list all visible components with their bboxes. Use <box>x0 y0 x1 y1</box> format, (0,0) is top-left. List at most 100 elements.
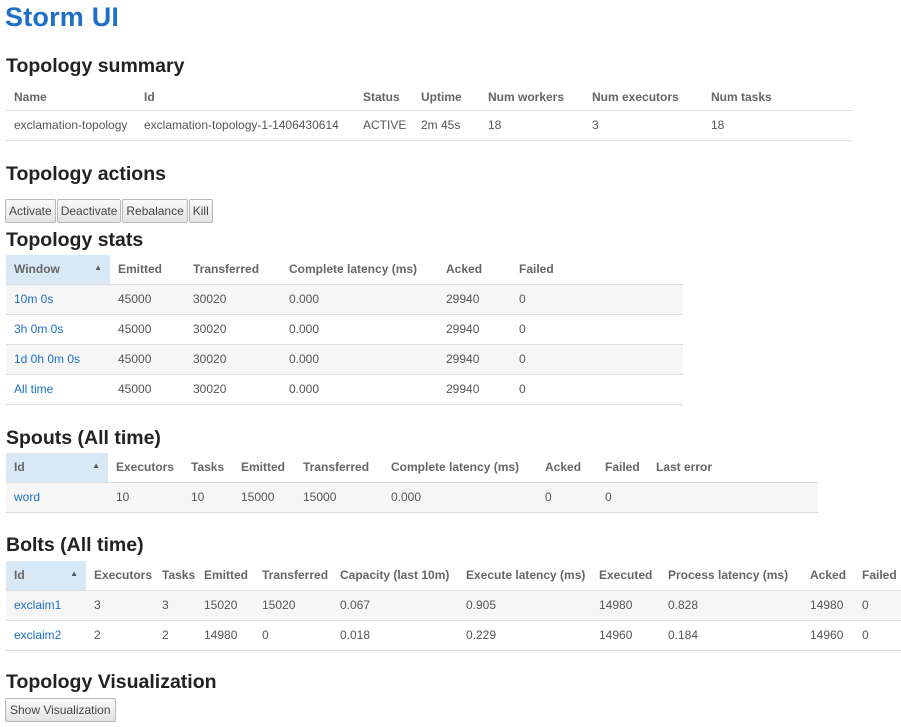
emitted-cell: 15000 <box>233 482 295 513</box>
col-complete-latency-header[interactable]: Complete latency (ms) <box>281 255 438 285</box>
topology-num-executors: 3 <box>584 110 703 141</box>
col-executors-header[interactable]: Executors <box>86 561 154 591</box>
bolts-heading: Bolts (All time) <box>6 534 144 556</box>
col-id-header[interactable]: Id ▲ <box>6 453 108 483</box>
spout-link-word[interactable]: word <box>14 490 40 504</box>
col-transferred-header[interactable]: Transferred <box>295 453 383 483</box>
activate-button[interactable]: Activate <box>5 199 56 223</box>
col-acked-header[interactable]: Acked <box>802 561 854 591</box>
window-cell: 1d 0h 0m 0s <box>6 344 110 375</box>
acked-cell: 29940 <box>438 284 511 315</box>
bolts-table: Id ▲ Executors Tasks Emitted Transferred … <box>6 561 901 651</box>
emitted-cell: 45000 <box>110 284 185 315</box>
topology-actions-heading: Topology actions <box>6 163 166 185</box>
emitted-cell: 45000 <box>110 314 185 345</box>
col-capacity-header[interactable]: Capacity (last 10m) <box>332 561 458 591</box>
col-emitted-header[interactable]: Emitted <box>196 561 254 591</box>
execute-latency-cell: 0.229 <box>458 620 591 651</box>
tasks-cell: 3 <box>154 590 196 621</box>
acked-cell: 29940 <box>438 344 511 375</box>
window-link-all-time[interactable]: All time <box>14 382 53 396</box>
executors-cell: 10 <box>108 482 183 513</box>
col-emitted-header[interactable]: Emitted <box>110 255 185 285</box>
col-acked-header[interactable]: Acked <box>438 255 511 285</box>
col-failed-header[interactable]: Failed <box>854 561 901 591</box>
table-row: exclaim2 2 2 14980 0 0.018 0.229 14960 0… <box>6 620 901 651</box>
complete-latency-cell: 0.000 <box>383 482 537 513</box>
col-executed-header[interactable]: Executed <box>591 561 660 591</box>
transferred-cell: 15020 <box>254 590 332 621</box>
col-num-tasks-header[interactable]: Num tasks <box>703 84 852 111</box>
table-row: All time 45000 30020 0.000 29940 0 <box>6 374 683 405</box>
deactivate-button[interactable]: Deactivate <box>56 199 122 223</box>
process-latency-cell: 0.828 <box>660 590 802 621</box>
sort-asc-icon: ▲ <box>70 569 78 579</box>
last-error-cell <box>648 482 818 513</box>
col-num-workers-header[interactable]: Num workers <box>480 84 584 111</box>
show-visualization-button[interactable]: Show Visualization <box>5 698 116 722</box>
col-failed-header[interactable]: Failed <box>511 255 683 285</box>
window-link-1d[interactable]: 1d 0h 0m 0s <box>14 352 80 366</box>
col-transferred-header[interactable]: Transferred <box>254 561 332 591</box>
failed-cell: 0 <box>511 284 683 315</box>
window-cell: All time <box>6 374 110 405</box>
col-execute-latency-header[interactable]: Execute latency (ms) <box>458 561 591 591</box>
topology-visualization-heading: Topology Visualization <box>6 671 217 693</box>
col-name-header[interactable]: Name <box>6 84 136 111</box>
col-num-executors-header[interactable]: Num executors <box>584 84 703 111</box>
col-status-header[interactable]: Status <box>355 84 413 111</box>
complete-latency-cell: 0.000 <box>281 284 438 315</box>
complete-latency-cell: 0.000 <box>281 374 438 405</box>
topology-uptime: 2m 45s <box>413 110 480 141</box>
col-executors-header[interactable]: Executors <box>108 453 183 483</box>
col-tasks-header[interactable]: Tasks <box>154 561 196 591</box>
acked-cell: 0 <box>537 482 597 513</box>
table-row: 1d 0h 0m 0s 45000 30020 0.000 29940 0 <box>6 344 683 375</box>
window-cell: 3h 0m 0s <box>6 314 110 345</box>
bolt-id-cell: exclaim1 <box>6 590 86 621</box>
app-title: Storm UI <box>5 2 120 32</box>
table-header-row: Window ▲ Emitted Transferred Complete lat… <box>6 255 683 285</box>
table-header-row: Name Id Status Uptime Num workers Num ex… <box>6 84 852 111</box>
col-emitted-header[interactable]: Emitted <box>233 453 295 483</box>
rebalance-button[interactable]: Rebalance <box>122 199 188 223</box>
executed-cell: 14960 <box>591 620 660 651</box>
col-uptime-header[interactable]: Uptime <box>413 84 480 111</box>
sort-asc-icon: ▲ <box>92 461 100 471</box>
topology-num-workers: 18 <box>480 110 584 141</box>
bolt-link-exclaim1[interactable]: exclaim1 <box>14 598 61 612</box>
kill-button[interactable]: Kill <box>188 199 213 223</box>
topology-id: exclamation-topology-1-1406430614 <box>136 110 355 141</box>
transferred-cell: 30020 <box>185 314 281 345</box>
col-last-error-header[interactable]: Last error <box>648 453 818 483</box>
capacity-cell: 0.018 <box>332 620 458 651</box>
failed-cell: 0 <box>854 620 901 651</box>
col-failed-header[interactable]: Failed <box>597 453 648 483</box>
acked-cell: 14980 <box>802 590 854 621</box>
complete-latency-cell: 0.000 <box>281 314 438 345</box>
topology-stats-heading: Topology stats <box>6 229 144 251</box>
tasks-cell: 2 <box>154 620 196 651</box>
col-id-header[interactable]: Id ▲ <box>6 561 86 591</box>
table-header-row: Id ▲ Executors Tasks Emitted Transferred … <box>6 453 818 483</box>
transferred-cell: 30020 <box>185 374 281 405</box>
col-window-header[interactable]: Window ▲ <box>6 255 110 285</box>
spouts-table: Id ▲ Executors Tasks Emitted Transferred … <box>6 453 818 513</box>
col-acked-header[interactable]: Acked <box>537 453 597 483</box>
table-header-row: Id ▲ Executors Tasks Emitted Transferred … <box>6 561 901 591</box>
col-tasks-header[interactable]: Tasks <box>183 453 233 483</box>
col-window-label: Window <box>14 262 60 277</box>
bolt-id-cell: exclaim2 <box>6 620 86 651</box>
failed-cell: 0 <box>854 590 901 621</box>
col-complete-latency-header[interactable]: Complete latency (ms) <box>383 453 537 483</box>
col-transferred-header[interactable]: Transferred <box>185 255 281 285</box>
col-process-latency-header[interactable]: Process latency (ms) <box>660 561 802 591</box>
window-link-3h[interactable]: 3h 0m 0s <box>14 322 63 336</box>
failed-cell: 0 <box>511 314 683 345</box>
transferred-cell: 30020 <box>185 284 281 315</box>
col-id-header[interactable]: Id <box>136 84 355 111</box>
topology-actions-toolbar: Activate Deactivate Rebalance Kill <box>5 199 214 223</box>
topology-summary-table: Name Id Status Uptime Num workers Num ex… <box>6 84 852 141</box>
bolt-link-exclaim2[interactable]: exclaim2 <box>14 628 61 642</box>
window-link-10m[interactable]: 10m 0s <box>14 292 53 306</box>
